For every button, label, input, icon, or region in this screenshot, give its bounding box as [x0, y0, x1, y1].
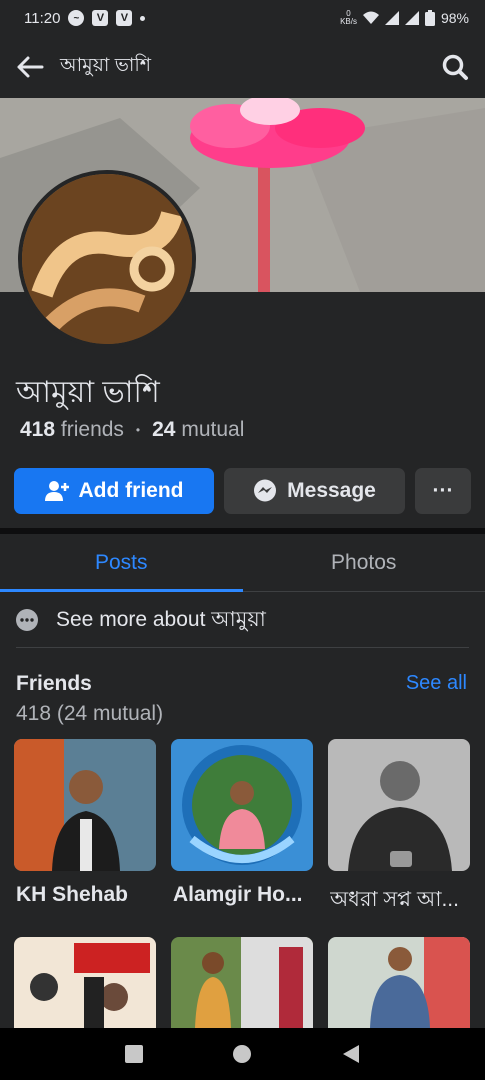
more-notifications-icon [140, 15, 146, 21]
friend-name[interactable]: KH Shehab [16, 883, 161, 907]
friend-card-photo[interactable] [14, 937, 156, 1028]
avatar-image [22, 174, 192, 344]
messenger-notification-icon: ~ [68, 10, 85, 26]
page-title: আমুয়া ভাশি [60, 55, 152, 76]
friends-label: friends [60, 418, 124, 441]
more-dots-icon: ··· [432, 479, 454, 502]
search-button[interactable] [439, 51, 471, 83]
tab-posts[interactable]: Posts [0, 534, 243, 592]
friend-card-photo[interactable] [328, 739, 470, 871]
friend-card-photo[interactable] [171, 937, 313, 1028]
friend-name[interactable]: Alamgir Ho... [173, 883, 318, 907]
message-button[interactable]: Message [224, 468, 405, 514]
arrow-left-icon [17, 56, 44, 78]
more-options-button[interactable]: ··· [415, 468, 471, 514]
status-bar: 11:20 ~ V V 0 KB/s 98% [0, 0, 485, 36]
messenger-icon [254, 479, 277, 502]
profile-name: আমুয়া ভাশি [16, 376, 160, 409]
add-person-icon [44, 481, 69, 501]
system-nav-bar [0, 1028, 485, 1080]
friends-count: 418 [20, 418, 56, 441]
battery-level: 98% [440, 10, 469, 26]
see-more-about-label: See more about আমুয়া [56, 607, 266, 631]
recent-apps-button[interactable] [124, 1044, 144, 1064]
friend-card-photo[interactable] [328, 937, 470, 1028]
top-bar: আমুয়া ভাশি [0, 36, 485, 98]
profile-tabs: Posts Photos [0, 534, 485, 592]
vpn-notification-icon: V [92, 10, 109, 26]
add-friend-label: Add friend [78, 479, 184, 502]
wifi-icon [362, 11, 379, 24]
back-nav-button[interactable] [341, 1044, 361, 1064]
mutual-label: mutual [181, 418, 245, 441]
message-label: Message [287, 479, 376, 502]
net-speed: 0 KB/s [340, 9, 357, 26]
friend-name[interactable]: অধরা সপ্ন আ... [330, 883, 475, 918]
friends-heading: Friends [16, 672, 92, 695]
friends-section: Friends See all 418 (24 mutual) KH Sheha… [0, 648, 485, 1028]
see-more-about-row[interactable]: See more about আমুয়া [0, 592, 485, 648]
mutual-count: 24 [152, 418, 176, 441]
search-icon [442, 54, 468, 80]
more-horizontal-icon [16, 609, 38, 631]
friend-photo [14, 739, 156, 871]
signal-icon-2 [404, 11, 419, 25]
tab-photos[interactable]: Photos [243, 534, 485, 591]
battery-icon [424, 10, 435, 26]
friend-photo [14, 937, 156, 1028]
separator-dot: • [135, 423, 141, 437]
friend-photo [171, 739, 313, 871]
clock: 11:20 [24, 9, 61, 27]
see-all-friends-link[interactable]: See all [406, 672, 467, 695]
profile-stats: 418 friends • 24 mutual [20, 418, 244, 442]
vpn-notification-icon-2: V [116, 10, 133, 26]
friend-photo [171, 937, 313, 1028]
friend-card-photo[interactable] [14, 739, 156, 871]
friend-photo [328, 739, 470, 871]
back-button[interactable] [14, 51, 46, 83]
friend-photo [328, 937, 470, 1028]
profile-avatar[interactable] [18, 170, 196, 348]
friend-card-photo[interactable] [171, 739, 313, 871]
friends-count-summary: 418 (24 mutual) [16, 702, 164, 725]
signal-icon [384, 11, 399, 25]
home-button[interactable] [232, 1044, 252, 1064]
add-friend-button[interactable]: Add friend [14, 468, 214, 514]
